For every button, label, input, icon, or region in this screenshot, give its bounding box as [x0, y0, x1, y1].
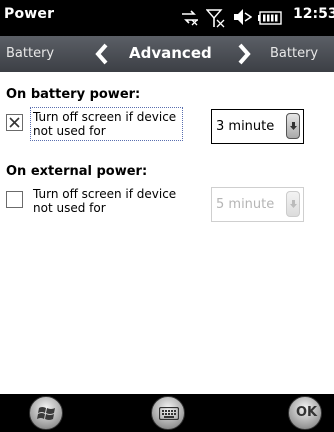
bottom-bar: OK	[0, 394, 334, 432]
checkmark-x-icon	[9, 117, 20, 128]
signal-off-icon[interactable]	[206, 8, 226, 28]
battery-icon[interactable]	[258, 11, 282, 25]
external-timeout-value: 5 minute	[216, 197, 275, 212]
app-title: Power	[4, 6, 55, 22]
battery-power-heading: On battery power:	[6, 87, 141, 102]
external-screen-off-label[interactable]: Turn off screen if device not used for	[30, 184, 183, 218]
keyboard-icon	[159, 407, 179, 420]
keyboard-button[interactable]	[151, 396, 185, 430]
external-timeout-dropdown: 5 minute	[211, 187, 304, 222]
battery-screen-off-checkbox[interactable]	[6, 114, 23, 131]
tab-strip: Battery Advanced Battery	[0, 36, 334, 72]
windows-start-icon	[37, 407, 55, 420]
status-bar: Power 12:53	[0, 0, 334, 36]
ok-button[interactable]: OK	[288, 396, 322, 430]
chevron-right-icon[interactable]	[236, 43, 252, 65]
ok-icon: OK	[296, 405, 318, 420]
start-button[interactable]	[29, 396, 63, 430]
arrow-down-icon	[290, 122, 297, 130]
dropdown-arrow-button-disabled	[286, 191, 300, 217]
external-screen-off-checkbox[interactable]	[6, 191, 23, 208]
battery-timeout-value: 3 minute	[216, 119, 275, 134]
tab-current-advanced: Advanced	[129, 44, 212, 62]
external-power-heading: On external power:	[6, 164, 148, 179]
connectivity-icon[interactable]	[180, 8, 200, 26]
dropdown-arrow-button[interactable]	[286, 113, 300, 139]
clock[interactable]: 12:53	[293, 6, 334, 22]
battery-screen-off-label[interactable]: Turn off screen if device not used for	[30, 107, 183, 141]
chevron-left-icon[interactable]	[94, 43, 110, 65]
battery-timeout-dropdown[interactable]: 3 minute	[211, 109, 304, 144]
volume-icon[interactable]	[232, 8, 252, 26]
tab-next-battery[interactable]: Battery	[270, 46, 318, 61]
tab-previous-battery[interactable]: Battery	[6, 46, 54, 61]
arrow-down-icon	[290, 200, 297, 208]
